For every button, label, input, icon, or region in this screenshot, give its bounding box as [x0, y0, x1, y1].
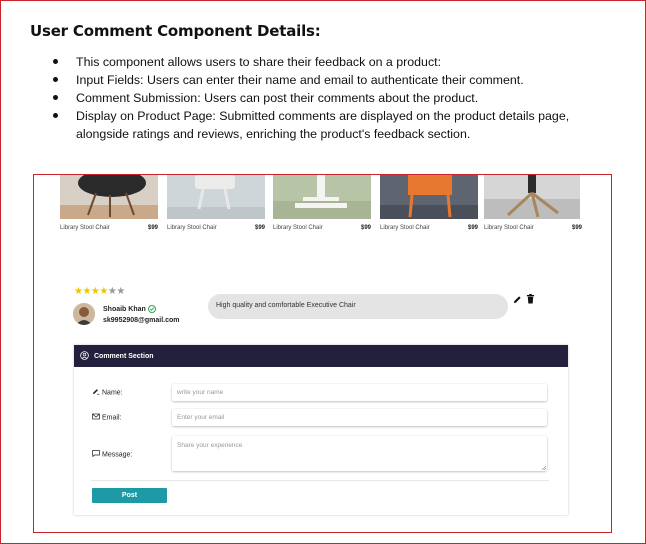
message-icon: [92, 450, 100, 457]
comment-bubble: High quality and comfortable Executive C…: [208, 294, 508, 319]
feature-list: This component allows users to share the…: [51, 53, 591, 143]
filled-stars: ★★★★: [74, 286, 108, 297]
post-button[interactable]: Post: [92, 488, 167, 503]
comment-form-card: Comment Section Name: write your name Em…: [74, 345, 568, 515]
list-item-text: Comment Submission: Users can post their…: [76, 91, 479, 105]
list-item: This component allows users to share the…: [51, 53, 591, 71]
product-name[interactable]: Library Stool Chair: [167, 225, 217, 231]
product-caption: Library Stool Chair $99: [273, 225, 371, 231]
product-price: $99: [467, 225, 478, 231]
list-item-text: Input Fields: Users can enter their name…: [76, 73, 524, 87]
product-card[interactable]: Library Stool Chair $99: [380, 175, 478, 231]
product-card[interactable]: Library Stool Chair $99: [60, 175, 158, 231]
product-strip: Library Stool Chair $99 Library Stool Ch…: [60, 175, 611, 237]
user-circle-icon: [80, 351, 89, 360]
product-name[interactable]: Library Stool Chair: [380, 225, 430, 231]
product-price: $99: [254, 225, 265, 231]
user-name-text: Shoaib Khan: [103, 305, 146, 313]
envelope-icon: [92, 413, 100, 420]
list-item-text: Display on Product Page: Submitted comme…: [76, 109, 570, 141]
email-placeholder: Enter your email: [177, 414, 225, 421]
trash-icon[interactable]: [526, 294, 535, 304]
comment-user-email: sk9952908@gmail.com: [103, 317, 180, 324]
resize-handle-icon[interactable]: [541, 465, 546, 470]
product-card[interactable]: Library Stool Chair $99: [167, 175, 265, 231]
name-placeholder: write your name: [177, 389, 224, 396]
list-item: Comment Submission: Users can post their…: [51, 89, 591, 107]
product-caption: Library Stool Chair $99: [60, 225, 158, 231]
bullet-icon: [53, 77, 58, 82]
form-divider: [91, 480, 549, 481]
pen-icon: [93, 389, 100, 395]
product-name[interactable]: Library Stool Chair: [60, 225, 110, 231]
product-card[interactable]: Library Stool Chair $99: [273, 175, 371, 231]
product-image[interactable]: [484, 175, 580, 219]
document-page: User Comment Component Details: This com…: [0, 0, 646, 544]
product-name[interactable]: Library Stool Chair: [484, 225, 534, 231]
product-image[interactable]: [60, 175, 158, 219]
list-item: Display on Product Page: Submitted comme…: [51, 107, 591, 143]
comment-text: High quality and comfortable Executive C…: [216, 302, 356, 309]
comment-section-header: Comment Section: [74, 345, 568, 367]
product-card[interactable]: Library Stool Chair $99: [484, 175, 582, 231]
edit-icon[interactable]: [513, 295, 522, 304]
ui-screenshot: Library Stool Chair $99 Library Stool Ch…: [33, 174, 612, 533]
product-price: $99: [147, 225, 158, 231]
bullet-icon: [53, 113, 58, 118]
avatar: [73, 303, 95, 325]
email-label: Email:: [92, 413, 122, 422]
bullet-icon: [53, 95, 58, 100]
message-field[interactable]: Share your experience: [172, 436, 547, 471]
product-caption: Library Stool Chair $99: [380, 225, 478, 231]
name-label: Name:: [92, 389, 123, 396]
message-label: Message:: [92, 450, 133, 459]
rating-stars: ★★★★★★: [74, 286, 125, 297]
product-caption: Library Stool Chair $99: [484, 225, 582, 231]
comment-section-title: Comment Section: [94, 353, 154, 360]
email-label-text: Email:: [102, 414, 122, 422]
empty-stars: ★★: [107, 286, 125, 297]
page-heading: User Comment Component Details:: [30, 22, 321, 40]
verified-icon: [147, 305, 156, 313]
product-name[interactable]: Library Stool Chair: [273, 225, 323, 231]
product-price: $99: [571, 225, 582, 231]
list-item-text: This component allows users to share the…: [76, 55, 442, 69]
product-image[interactable]: [167, 175, 265, 219]
product-caption: Library Stool Chair $99: [167, 225, 265, 231]
product-price: $99: [360, 225, 371, 231]
message-label-text: Message:: [102, 451, 133, 459]
bullet-icon: [53, 59, 58, 64]
product-image[interactable]: [380, 175, 478, 219]
list-item: Input Fields: Users can enter their name…: [51, 71, 591, 89]
name-field[interactable]: write your name: [172, 384, 547, 401]
name-label-text: Name:: [102, 389, 123, 397]
message-placeholder: Share your experience: [177, 442, 243, 449]
email-field[interactable]: Enter your email: [172, 409, 547, 426]
comment-user-name: Shoaib Khan: [103, 305, 156, 313]
product-image[interactable]: [273, 175, 371, 219]
